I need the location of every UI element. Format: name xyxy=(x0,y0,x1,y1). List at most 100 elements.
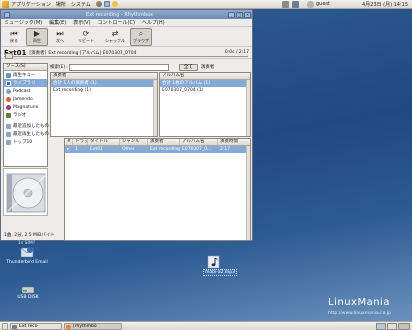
cell-album: E070307_0... xyxy=(182,147,212,152)
volume-tray-icon[interactable] xyxy=(292,1,299,8)
col-artist[interactable]: 演奏者 xyxy=(148,139,180,145)
search-bar: 検索(E): 全て 演奏者 xyxy=(50,63,251,71)
browse-toggle[interactable]: ⌕ ブラウザ xyxy=(130,27,152,46)
track-list-header: # トラック タイトル ジャンル 演奏者 アルバム名 演奏時間 xyxy=(65,139,250,146)
cell-title: Ext01 xyxy=(90,147,103,152)
repeat-icon: ⟳ xyxy=(82,29,90,38)
jamendo-icon xyxy=(6,96,11,102)
next-icon: ⏭ xyxy=(56,29,64,38)
artist-scrollbar[interactable] xyxy=(153,80,157,136)
shuffle-toggle[interactable]: ⇄ シャッフル xyxy=(101,28,129,46)
workspace-2[interactable] xyxy=(387,323,397,330)
browser-launcher-icon[interactable] xyxy=(95,1,102,7)
top-panel: アプリケーション 場所 システム guest 4月23日 (月) 14:15 xyxy=(0,0,412,9)
search-label: 検索(E): xyxy=(50,65,67,70)
mp3-file-label[interactable]: mobi-a2.mp3 xyxy=(203,269,238,276)
bottom-panel: Ext reco [rhythmbo xyxy=(0,321,412,330)
usb-drive-icon xyxy=(21,286,35,294)
album-column-header[interactable]: アルバム名 xyxy=(160,73,250,80)
menu-help[interactable]: ヘルプ(H) xyxy=(142,19,165,26)
thunderbird-desktop-icon[interactable]: Thunderbird Email xyxy=(4,245,50,265)
seek-handle[interactable] xyxy=(5,53,13,59)
usb-disk-desktop-icon[interactable]: USB DISK xyxy=(8,285,48,300)
previous-button[interactable]: ⏮ 戻る xyxy=(3,28,25,46)
table-row[interactable]: ▸ 1 Ext01 Other Ext recording E070307_0.… xyxy=(65,146,250,153)
play-button[interactable]: ▶ 再生 xyxy=(26,27,48,46)
track-scrollbar[interactable] xyxy=(246,146,250,240)
shuffle-icon: ⇄ xyxy=(111,29,119,38)
applications-menu[interactable]: アプリケーション xyxy=(11,1,51,8)
source-magnatune[interactable]: Magnatune xyxy=(4,103,47,111)
window-menu-button[interactable] xyxy=(4,11,10,18)
search-input[interactable] xyxy=(68,63,169,71)
seek-slider[interactable] xyxy=(4,53,248,59)
col-genre[interactable]: ジャンル xyxy=(120,139,148,145)
album-browser: アルバム名 合計 1枚のアルバム (1) E070307_0704 (1) xyxy=(159,72,251,137)
repeat-toggle[interactable]: ⟳ リピート xyxy=(72,28,100,46)
toolbar: ⏮ 戻る ▶ 再生 ⏭ 次へ ⟳ リピート ⇄ シャッフル ⌕ ブラウザ xyxy=(1,27,252,47)
places-menu[interactable]: 場所 xyxy=(56,1,66,8)
source-jamendo[interactable]: Jamendo xyxy=(4,95,47,103)
col-track[interactable]: トラック xyxy=(73,139,88,145)
menu-view[interactable]: 表示(V) xyxy=(73,19,90,26)
magnatune-icon xyxy=(6,104,11,110)
search-artist-filter[interactable]: 演奏者 xyxy=(201,64,215,70)
source-podcast[interactable]: Podcast xyxy=(4,87,47,95)
source-list-header: ソース(S) xyxy=(4,64,47,71)
mp3-file-icon[interactable] xyxy=(205,255,222,269)
playlist-icon xyxy=(6,123,11,129)
col-title[interactable]: タイトル xyxy=(88,139,120,145)
artist-column-header[interactable]: 演奏者 xyxy=(51,73,157,80)
source-recently-played[interactable]: 最近再生したもの xyxy=(4,130,49,138)
next-button[interactable]: ⏭ 次へ xyxy=(49,28,71,46)
status-bar: 1曲, 2分, 2.5 MiBバイト xyxy=(4,233,55,238)
taskbar-item-rhythmbox[interactable]: [rhythmbo xyxy=(64,323,122,330)
source-library[interactable]: ライブラリ xyxy=(4,79,47,87)
album-row[interactable]: 合計 1枚のアルバム (1) xyxy=(160,80,250,87)
show-desktop-button[interactable] xyxy=(2,323,8,330)
search-all-button[interactable]: 全て xyxy=(178,63,198,71)
radio-icon xyxy=(6,112,11,118)
cd-case-icon xyxy=(6,173,47,213)
menu-control[interactable]: コントロール(C) xyxy=(98,19,135,26)
previous-icon: ⏮ xyxy=(10,29,18,38)
source-play-queue[interactable]: 再生キュー xyxy=(4,71,47,79)
playlist-icon xyxy=(6,139,11,145)
taskbar-item-ext-recording[interactable]: Ext reco xyxy=(10,323,62,330)
user-tray-icon xyxy=(307,1,314,8)
trash-icon[interactable] xyxy=(398,323,410,330)
artist-row[interactable]: Ext recording (1) xyxy=(51,87,157,94)
distro-logo-icon[interactable] xyxy=(2,0,9,8)
cell-duration: 2:17 xyxy=(220,147,231,152)
workspace-1[interactable] xyxy=(376,323,386,330)
close-button[interactable]: × xyxy=(244,11,251,18)
clock[interactable]: 4月23日 (月) 14:15 xyxy=(362,1,408,8)
album-scrollbar[interactable] xyxy=(246,80,250,136)
browse-icon: ⌕ xyxy=(138,29,144,38)
play-icon: ▶ xyxy=(33,29,41,38)
source-recently-added[interactable]: 最近追加したもの xyxy=(4,122,49,130)
col-duration[interactable]: 演奏時間 xyxy=(218,139,248,145)
minimize-button[interactable]: _ xyxy=(228,11,235,18)
col-playing[interactable]: # xyxy=(65,139,73,145)
mail-launcher-icon[interactable] xyxy=(103,1,110,7)
cover-art xyxy=(3,168,48,216)
help-launcher-icon[interactable] xyxy=(111,1,118,7)
cell-artist: Ext recording xyxy=(150,147,180,152)
menu-edit[interactable]: 編集(E) xyxy=(49,19,66,26)
album-row[interactable]: E070307_0704 (1) xyxy=(160,87,250,94)
maximize-button[interactable]: □ xyxy=(236,11,243,18)
thunderbird-label: Thunderbird Email xyxy=(6,260,48,265)
source-top-ten[interactable]: トップ10 xyxy=(4,138,47,146)
col-album[interactable]: アルバム名 xyxy=(180,139,218,145)
source-radio[interactable]: ラジオ xyxy=(4,111,47,119)
artist-row[interactable]: 合計 1人の演奏者 (1) xyxy=(51,80,157,87)
menu-music[interactable]: ミュージック(M) xyxy=(4,19,42,26)
queue-icon xyxy=(6,72,11,78)
system-menu[interactable]: システム xyxy=(71,1,91,8)
menubar: ミュージック(M) 編集(E) 表示(V) コントロール(C) ヘルプ(H) xyxy=(1,19,252,27)
brand-logo: LinuxMania xyxy=(328,297,390,308)
user-name[interactable]: guest xyxy=(316,1,330,7)
network-tray-icon[interactable] xyxy=(282,1,289,8)
window-titlebar[interactable]: Ext recording - Rhythmbox _ □ × xyxy=(1,10,252,19)
